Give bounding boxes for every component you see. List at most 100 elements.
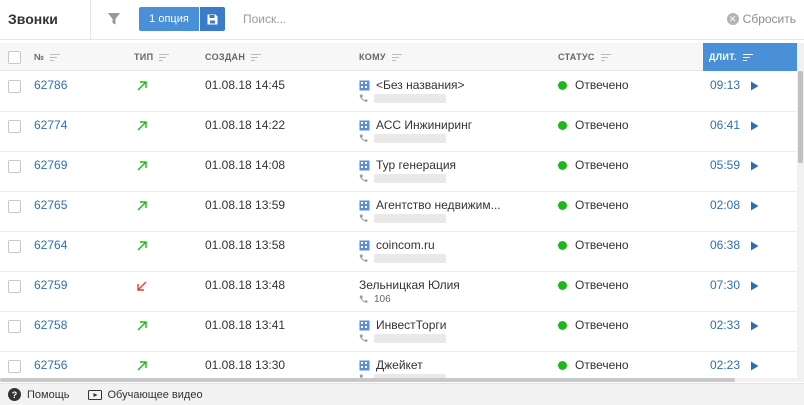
play-icon[interactable] (750, 321, 759, 331)
created-date: 01.08.18 13:41 (205, 318, 286, 332)
call-id-link[interactable]: 62774 (34, 118, 67, 132)
save-filter-button[interactable] (200, 7, 225, 31)
row-checkbox[interactable] (8, 80, 21, 93)
call-id-link[interactable]: 62758 (34, 318, 67, 332)
save-icon (207, 14, 218, 24)
table-row[interactable]: 62764 01.08.18 13:58 coincom.ru Отвечено… (0, 232, 797, 272)
play-icon[interactable] (750, 121, 759, 131)
play-icon[interactable] (750, 201, 759, 211)
recipient-name[interactable]: <Без названия> (376, 78, 465, 92)
sort-icon (50, 53, 61, 61)
call-id-link[interactable]: 62756 (34, 358, 67, 372)
duration-link[interactable]: 02:23 (710, 358, 740, 372)
duration-link[interactable]: 02:33 (710, 318, 740, 332)
status-dot (558, 200, 567, 210)
column-header-type[interactable]: ТИП (134, 43, 170, 71)
play-icon[interactable] (750, 241, 759, 251)
row-checkbox[interactable] (8, 160, 21, 173)
row-checkbox[interactable] (8, 240, 21, 253)
recipient-name[interactable]: АСС Инжиниринг (376, 118, 472, 132)
phone-icon (359, 94, 368, 102)
help-icon: ? (8, 388, 21, 401)
call-id-link[interactable]: 62765 (34, 198, 67, 212)
vertical-scrollbar[interactable] (797, 43, 804, 382)
duration-link[interactable]: 07:30 (710, 278, 740, 292)
vertical-scroll-thumb[interactable] (798, 71, 803, 163)
table-row[interactable]: 62758 01.08.18 13:41 ИнвестТорги Отвечен… (0, 312, 797, 352)
status-label: Отвечено (575, 158, 629, 172)
column-header-created[interactable]: СОЗДАН (205, 43, 262, 71)
status-label: Отвечено (575, 198, 629, 212)
column-label: КОМУ (359, 52, 386, 62)
status-dot (558, 360, 567, 370)
filter-icon[interactable] (107, 12, 121, 26)
play-icon[interactable] (750, 81, 759, 91)
row-checkbox[interactable] (8, 280, 21, 293)
sort-icon (159, 53, 170, 61)
created-date: 01.08.18 13:30 (205, 358, 286, 372)
column-header-to[interactable]: КОМУ (359, 43, 402, 71)
column-label: СТАТУС (558, 52, 595, 62)
recipient-name[interactable]: coincom.ru (376, 238, 435, 252)
phone-blurred (374, 334, 446, 343)
column-header-status[interactable]: СТАТУС (558, 43, 611, 71)
recipient-cell: coincom.ru (359, 238, 446, 263)
reset-button[interactable]: ✕ Сбросить (726, 12, 796, 26)
horizontal-scrollbar[interactable] (0, 378, 797, 382)
horizontal-scroll-thumb[interactable] (0, 378, 735, 382)
column-label: СОЗДАН (205, 52, 246, 62)
incoming-call-icon (137, 281, 147, 291)
recipient-name[interactable]: ИнвестТорги (376, 318, 446, 332)
row-checkbox[interactable] (8, 120, 21, 133)
building-icon (359, 120, 370, 130)
call-id-link[interactable]: 62759 (34, 278, 67, 292)
option-filter-button[interactable]: 1 опция (139, 7, 199, 31)
select-all-checkbox[interactable] (8, 51, 21, 64)
duration-link[interactable]: 06:38 (710, 238, 740, 252)
toolbar: Звонки 1 опция ✕ Сбросить (0, 0, 804, 40)
duration-link[interactable]: 09:13 (710, 78, 740, 92)
call-id-link[interactable]: 62764 (34, 238, 67, 252)
table-row[interactable]: 62774 01.08.18 14:22 АСС Инжиниринг Отве… (0, 112, 797, 152)
recipient-name[interactable]: Зельницкая Юлия (359, 278, 460, 292)
recipient-name[interactable]: Тур генерация (376, 158, 456, 172)
status-label: Отвечено (575, 278, 629, 292)
call-id-link[interactable]: 62769 (34, 158, 67, 172)
outgoing-call-icon (137, 241, 147, 251)
calls-table: 62786 01.08.18 14:45 <Без названия> Отве… (0, 72, 797, 382)
tutorial-video-link[interactable]: Обучающее видео (87, 389, 203, 401)
duration-link[interactable]: 05:59 (710, 158, 740, 172)
status-label: Отвечено (575, 238, 629, 252)
video-icon (87, 389, 102, 400)
column-header-number[interactable]: № (34, 43, 61, 71)
help-link[interactable]: ? Помощь (8, 388, 70, 401)
row-checkbox[interactable] (8, 320, 21, 333)
table-row[interactable]: 62759 01.08.18 13:48 Зельницкая Юлия 106… (0, 272, 797, 312)
phone-blurred (374, 254, 446, 263)
created-date: 01.08.18 13:59 (205, 198, 286, 212)
play-icon[interactable] (750, 361, 759, 371)
search-input[interactable] (235, 8, 635, 30)
sort-icon (600, 53, 611, 61)
play-icon[interactable] (750, 161, 759, 171)
toolbar-divider (90, 0, 91, 40)
table-row[interactable]: 62786 01.08.18 14:45 <Без названия> Отве… (0, 72, 797, 112)
row-checkbox[interactable] (8, 200, 21, 213)
table-row[interactable]: 62769 01.08.18 14:08 Тур генерация Отвеч… (0, 152, 797, 192)
table-row[interactable]: 62765 01.08.18 13:59 Агентство недвижим.… (0, 192, 797, 232)
recipient-name[interactable]: Агентство недвижим... (376, 198, 501, 212)
duration-link[interactable]: 06:41 (710, 118, 740, 132)
row-checkbox[interactable] (8, 360, 21, 373)
recipient-name[interactable]: Джейкет (376, 358, 423, 372)
call-id-link[interactable]: 62786 (34, 78, 67, 92)
recipient-cell: ИнвестТорги (359, 318, 446, 343)
play-icon[interactable] (750, 281, 759, 291)
created-date: 01.08.18 13:58 (205, 238, 286, 252)
help-label: Помощь (27, 388, 70, 401)
phone-blurred (374, 174, 446, 183)
recipient-cell: Агентство недвижим... (359, 198, 501, 223)
column-header-duration[interactable]: ДЛИТ. (703, 43, 797, 71)
status-dot (558, 280, 567, 290)
phone-icon (359, 174, 368, 182)
duration-link[interactable]: 02:08 (710, 198, 740, 212)
